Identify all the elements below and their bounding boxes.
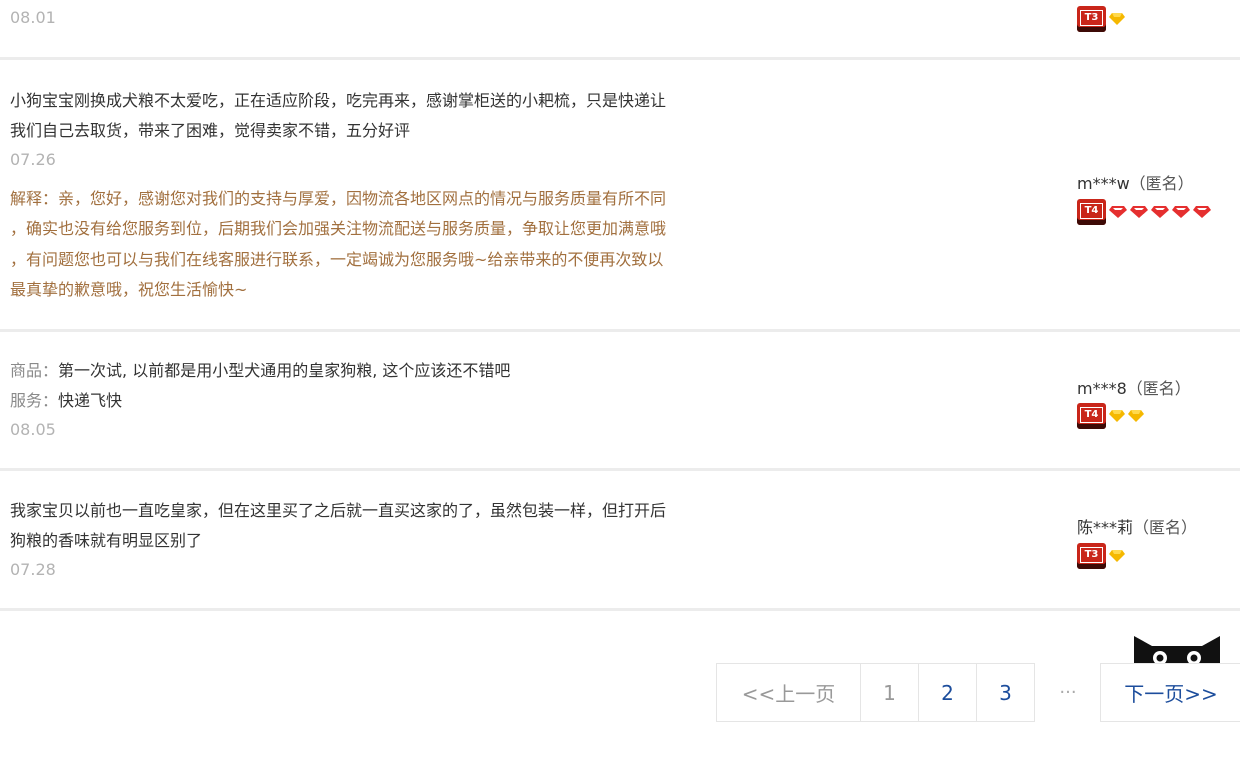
- gem-icon: [1128, 410, 1144, 422]
- goods-comment: 商品：第一次试, 以前都是用小型犬通用的皇家狗粮, 这个应该还不错吧: [10, 361, 511, 380]
- gem-icon: [1109, 550, 1125, 562]
- service-comment: 服务：快递飞快: [10, 391, 123, 410]
- seller-reply: ，有问题您也可以与我们在线客服进行联系，一定竭诚为您服务哦~给亲带来的不便再次致…: [10, 250, 664, 269]
- page-2-button[interactable]: 2: [918, 663, 977, 722]
- level-badge: T4: [1077, 199, 1106, 225]
- gem-icon: [1109, 13, 1125, 25]
- crown-gem-icon: [1109, 206, 1127, 218]
- review-item: 小狗宝宝刚换成犬粮不太爱吃，正在适应阶段，吃完再来，感谢掌柜送的小耙梳，只是快递…: [0, 60, 1240, 332]
- prev-page-button[interactable]: <<上一页: [716, 663, 861, 722]
- user-badges: T3: [1077, 5, 1125, 33]
- review-text: 小狗宝宝刚换成犬粮不太爱吃，正在适应阶段，吃完再来，感谢掌柜送的小耙梳，只是快递…: [10, 91, 667, 110]
- review-text: 狗粮的香味就有明显区别了: [10, 531, 203, 550]
- pagination: <<上一页 1 2 3 ··· 下一页>>: [716, 663, 1240, 722]
- level-badge: T3: [1077, 543, 1106, 569]
- seller-reply: ，确实也没有给您服务到位，后期我们会加强关注物流配送与服务质量，争取让您更加满意…: [10, 219, 667, 238]
- review-item: 商品：第一次试, 以前都是用小型犬通用的皇家狗粮, 这个应该还不错吧 服务：快递…: [0, 332, 1240, 471]
- gem-icon: [1109, 410, 1125, 422]
- page-1-button[interactable]: 1: [860, 663, 919, 722]
- crown-gem-icon: [1172, 206, 1190, 218]
- user-badges: T4: [1077, 198, 1211, 226]
- review-date: 08.01: [10, 8, 56, 27]
- review-text: 我家宝贝以前也一直吃皇家，但在这里买了之后就一直买这家的了，虽然包装一样，但打开…: [10, 501, 667, 520]
- tmall-cat-icon: [1134, 636, 1220, 668]
- crown-gem-icon: [1130, 206, 1148, 218]
- pagination-ellipsis: ···: [1035, 663, 1101, 722]
- review-text: 我们自己去取货，带来了困难，觉得卖家不错，五分好评: [10, 121, 411, 140]
- crown-gem-icon: [1193, 206, 1211, 218]
- review-item: 我家宝贝以前也一直吃皇家，但在这里买了之后就一直买这家的了，虽然包装一样，但打开…: [0, 471, 1240, 611]
- review-date: 08.05: [10, 420, 56, 439]
- review-item: 08.01 T3: [0, 0, 1240, 60]
- seller-reply: 最真挚的歉意哦，祝您生活愉快~: [10, 280, 248, 299]
- level-badge: T4: [1077, 403, 1106, 429]
- seller-reply: 解释：亲，您好，感谢您对我们的支持与厚爱，因物流各地区网点的情况与服务质量有所不…: [10, 189, 667, 208]
- level-badge: T3: [1077, 6, 1106, 32]
- reviewer-name: m***w（匿名）: [1077, 174, 1194, 193]
- crown-gem-icon: [1151, 206, 1169, 218]
- reviewer-name: 陈***莉（匿名）: [1077, 518, 1198, 537]
- reviewer-name: m***8（匿名）: [1077, 379, 1191, 398]
- review-date: 07.26: [10, 150, 56, 169]
- user-badges: T4: [1077, 402, 1144, 430]
- user-badges: T3: [1077, 542, 1125, 570]
- page-3-button[interactable]: 3: [976, 663, 1035, 722]
- review-date: 07.28: [10, 560, 56, 579]
- next-page-button[interactable]: 下一页>>: [1100, 663, 1240, 722]
